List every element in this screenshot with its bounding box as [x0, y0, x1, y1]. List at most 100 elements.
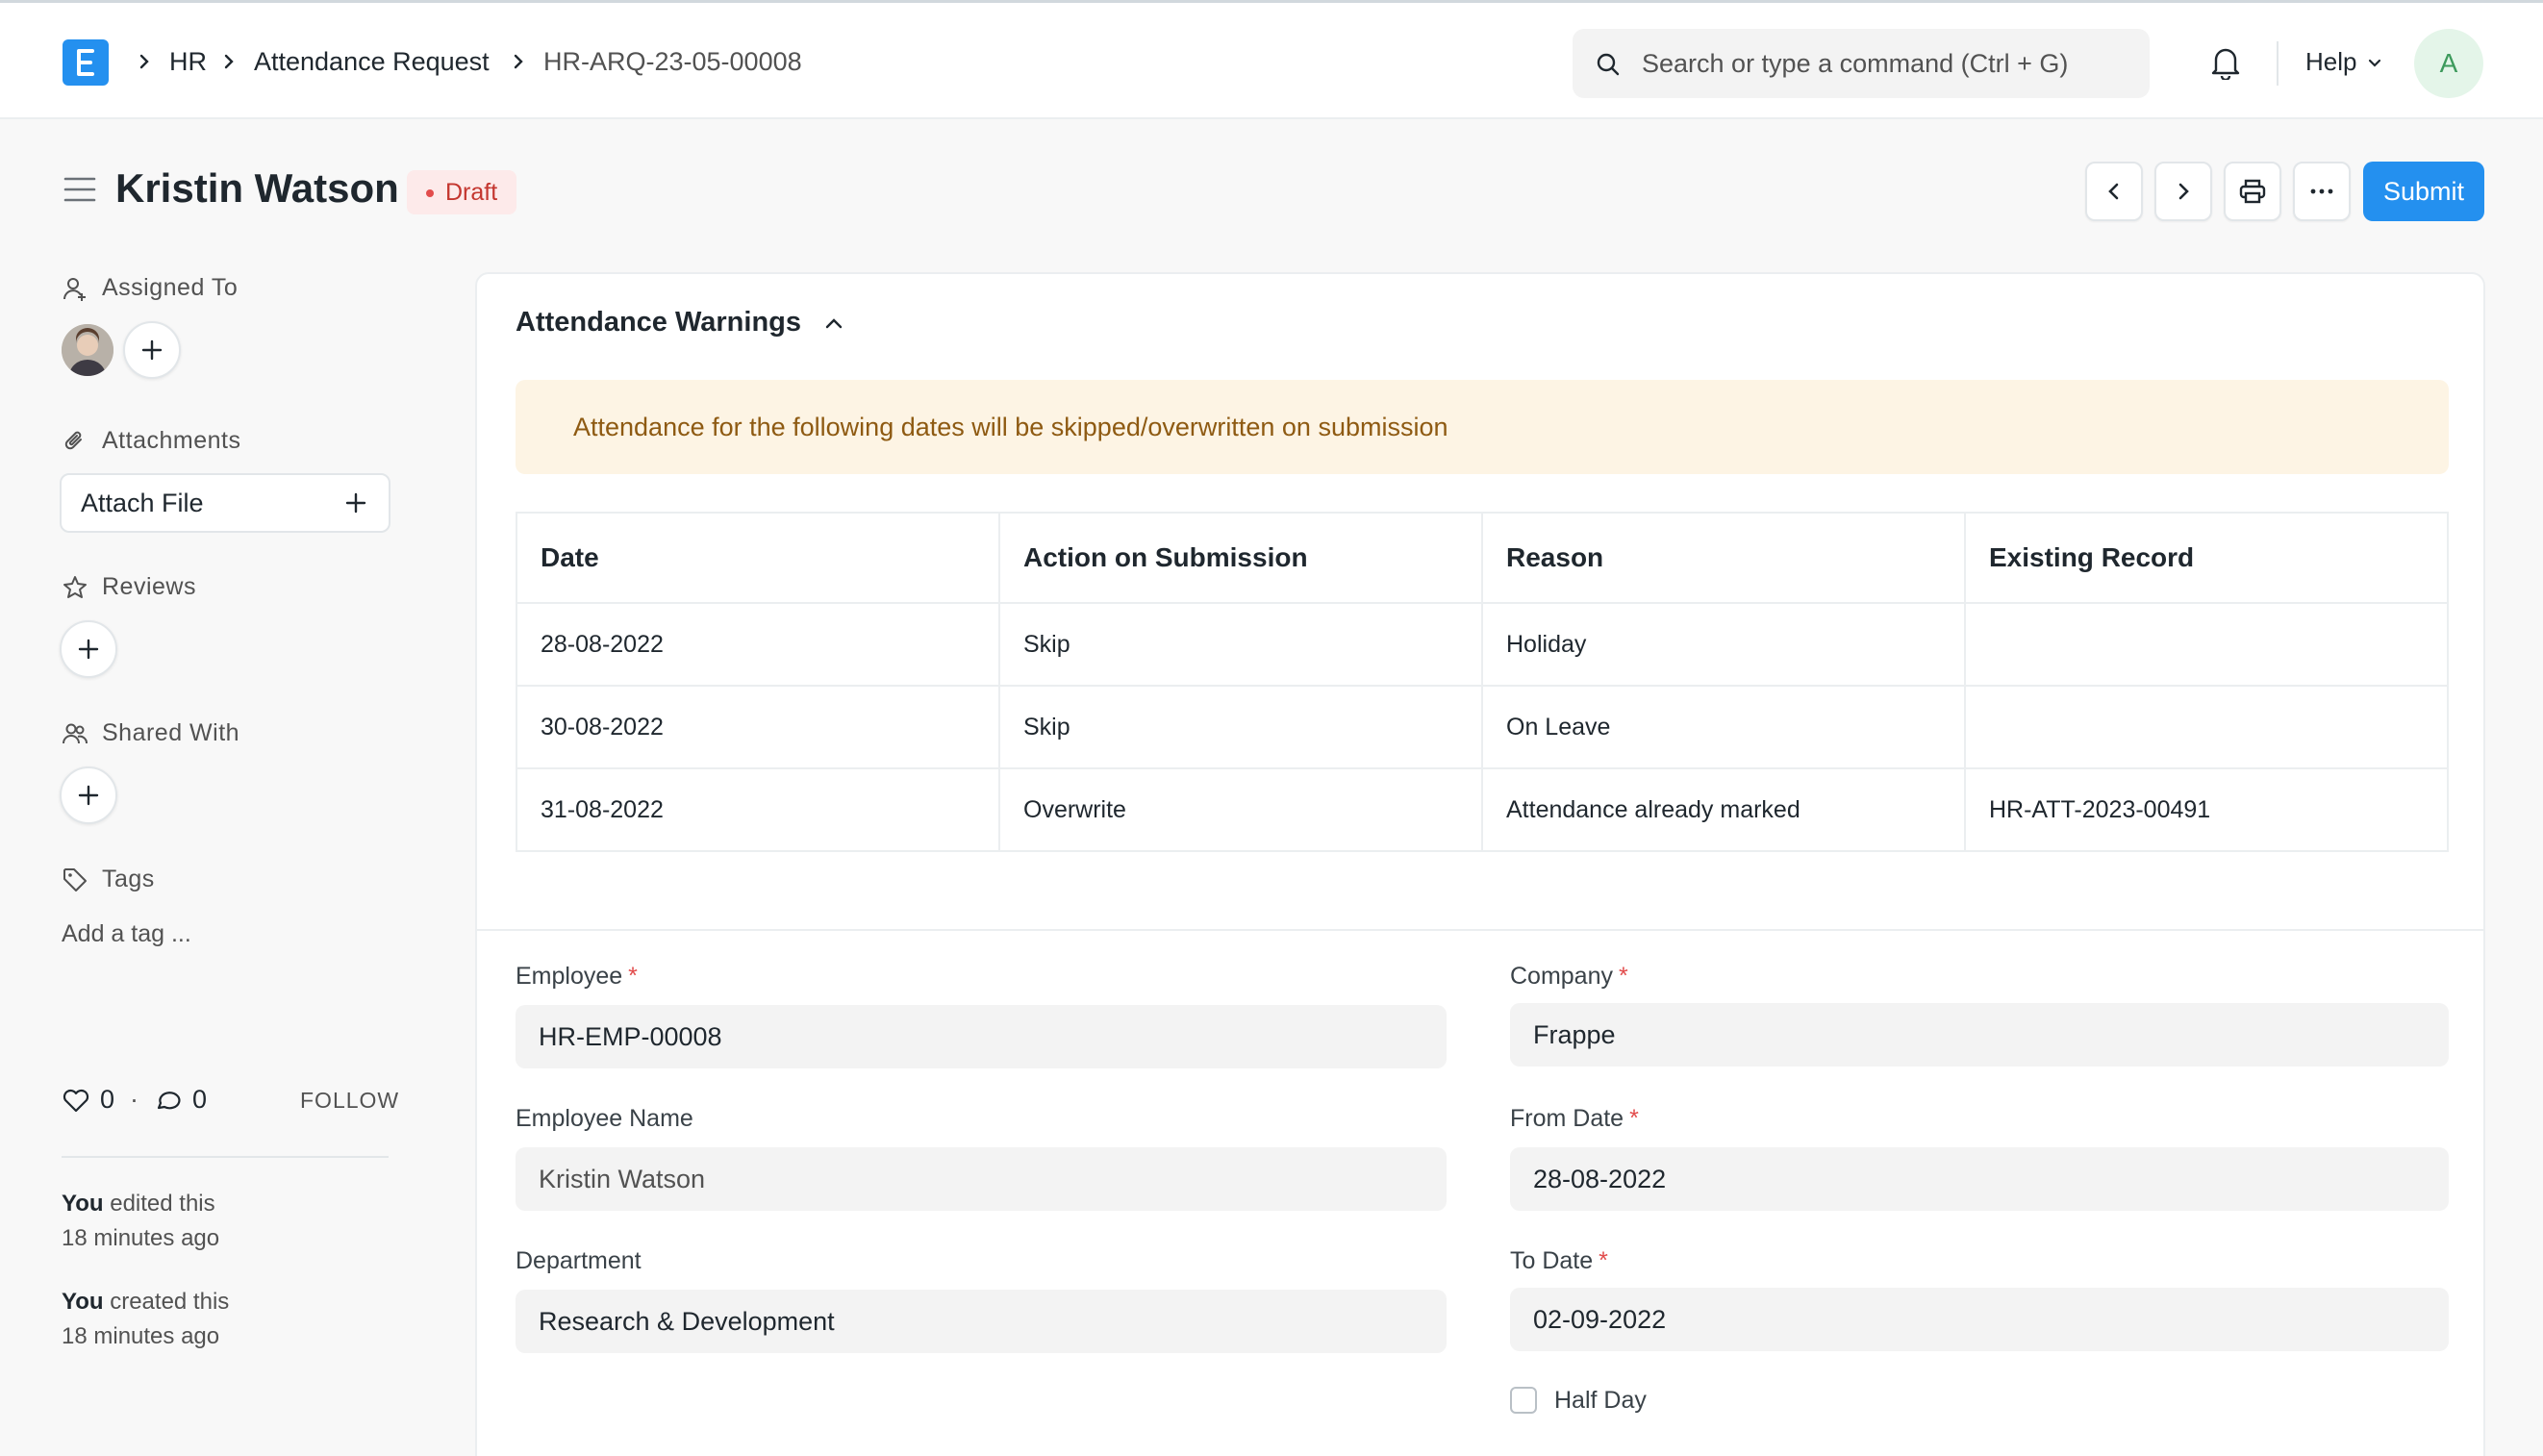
- person-photo-icon: [62, 324, 113, 376]
- table-cell: 30-08-2022: [516, 685, 1000, 769]
- activity-item: You edited this 18 minutes ago: [62, 1187, 350, 1256]
- reviews-heading: Reviews: [62, 573, 196, 601]
- next-doc-button[interactable]: [2154, 162, 2212, 221]
- help-label: Help: [2305, 47, 2357, 76]
- column-header: Action on Submission: [998, 512, 1483, 604]
- comments-count: 0: [192, 1085, 208, 1114]
- employee-name-label: Employee Name: [516, 1105, 693, 1132]
- tags-label: Tags: [102, 866, 155, 892]
- table-header-row: Date Action on Submission Reason Existin…: [516, 512, 2449, 604]
- required-marker: *: [628, 963, 638, 990]
- sidebar-toggle-icon[interactable]: [63, 175, 96, 204]
- follow-button[interactable]: FOLLOW: [300, 1088, 399, 1114]
- printer-icon: [2239, 179, 2266, 204]
- half-day-checkbox[interactable]: [1510, 1387, 1537, 1414]
- table-cell[interactable]: HR-ATT-2023-00491: [1964, 767, 2449, 852]
- department-label: Department: [516, 1247, 642, 1274]
- search-input[interactable]: [1642, 29, 2132, 98]
- add-tag-link[interactable]: Add a tag ...: [62, 920, 191, 948]
- sidebar-divider: [62, 1156, 389, 1158]
- table-cell: 31-08-2022: [516, 767, 1000, 852]
- submit-button[interactable]: Submit: [2363, 162, 2484, 221]
- section-title: Attendance Warnings: [516, 307, 802, 338]
- to-date-label-text: To Date: [1510, 1247, 1594, 1274]
- heart-icon[interactable]: [62, 1087, 90, 1114]
- user-avatar[interactable]: A: [2414, 29, 2483, 98]
- table-row: 31-08-2022 Overwrite Attendance already …: [516, 767, 2449, 852]
- attach-file-button[interactable]: Attach File: [60, 473, 390, 533]
- reviews-label: Reviews: [102, 573, 196, 600]
- more-actions-button[interactable]: [2293, 162, 2351, 221]
- required-marker: *: [1599, 1247, 1608, 1274]
- column-header: Existing Record: [1964, 512, 2449, 604]
- status-badge: Draft: [407, 170, 517, 214]
- chevron-right-icon: [224, 54, 234, 69]
- activity-text: edited this: [103, 1191, 215, 1217]
- assignee-avatar[interactable]: [62, 324, 113, 376]
- column-header: Reason: [1481, 512, 1966, 604]
- attendance-warnings-toggle[interactable]: Attendance Warnings: [516, 307, 845, 339]
- engagement-counts: 0 · 0: [62, 1085, 207, 1115]
- tag-icon: [63, 867, 87, 891]
- from-date-field[interactable]: [1510, 1147, 2449, 1211]
- add-assignee-button[interactable]: [123, 321, 181, 379]
- company-field[interactable]: [1510, 1003, 2449, 1067]
- to-date-field[interactable]: [1510, 1288, 2449, 1351]
- table-cell: Skip: [998, 685, 1483, 769]
- activity-time: 18 minutes ago: [62, 1225, 220, 1251]
- company-label: Company *: [1510, 963, 1628, 991]
- company-label-text: Company: [1510, 963, 1613, 990]
- required-marker: *: [1629, 1105, 1639, 1132]
- search-bar[interactable]: [1573, 29, 2150, 98]
- chevron-right-icon: [514, 54, 523, 69]
- plus-icon: [78, 639, 99, 660]
- notification-bell-icon[interactable]: [2209, 45, 2242, 80]
- likes-count: 0: [100, 1085, 115, 1114]
- print-button[interactable]: [2224, 162, 2281, 221]
- activity-item: You created this 18 minutes ago: [62, 1285, 350, 1354]
- from-date-label: From Date *: [1510, 1105, 1639, 1133]
- activity-actor: You: [62, 1289, 104, 1315]
- department-field[interactable]: [516, 1290, 1447, 1353]
- shared-with-heading: Shared With: [62, 719, 239, 747]
- employee-field[interactable]: [516, 1005, 1447, 1068]
- tags-heading: Tags: [62, 866, 155, 893]
- users-icon: [63, 723, 88, 743]
- table-cell: Holiday: [1481, 602, 1966, 687]
- assigned-to-label: Assigned To: [102, 274, 239, 301]
- half-day-label: Half Day: [1554, 1387, 1647, 1414]
- assigned-to-heading: Assigned To: [62, 274, 238, 302]
- search-icon: [1597, 53, 1620, 76]
- table-cell: Skip: [998, 602, 1483, 687]
- attachments-heading: Attachments: [62, 427, 240, 455]
- to-date-label: To Date *: [1510, 1247, 1608, 1275]
- shared-with-label: Shared With: [102, 719, 240, 746]
- activity-actor: You: [62, 1191, 104, 1217]
- page-title: Kristin Watson: [115, 165, 399, 211]
- table-cell: [1964, 685, 2449, 769]
- employee-name-field: [516, 1147, 1447, 1211]
- breadcrumb-attendance-request[interactable]: Attendance Request: [254, 47, 490, 77]
- navbar-divider: [2277, 41, 2279, 86]
- previous-doc-button[interactable]: [2085, 162, 2143, 221]
- breadcrumb-hr[interactable]: HR: [169, 47, 207, 77]
- table-cell: Attendance already marked: [1481, 767, 1966, 852]
- chevron-left-icon: [2108, 183, 2119, 200]
- form-card: Attendance Warnings Attendance for the f…: [475, 272, 2485, 1456]
- user-add-icon: [63, 277, 86, 301]
- warning-alert: Attendance for the following dates will …: [516, 380, 2449, 474]
- required-marker: *: [1619, 963, 1628, 990]
- help-dropdown[interactable]: Help: [2305, 47, 2383, 77]
- table-cell: [1964, 602, 2449, 687]
- table-row: 30-08-2022 Skip On Leave: [516, 685, 2449, 769]
- chevron-right-icon: [139, 54, 149, 69]
- table-row: 28-08-2022 Skip Holiday: [516, 602, 2449, 687]
- add-share-button[interactable]: [60, 766, 117, 824]
- table-cell: 28-08-2022: [516, 602, 1000, 687]
- breadcrumb-current-doc[interactable]: HR-ARQ-23-05-00008: [543, 47, 802, 77]
- section-divider: [477, 929, 2483, 931]
- comment-icon[interactable]: [154, 1087, 183, 1114]
- ellipsis-icon: [2310, 188, 2333, 194]
- add-review-button[interactable]: [60, 620, 117, 678]
- app-logo-icon[interactable]: [63, 39, 109, 86]
